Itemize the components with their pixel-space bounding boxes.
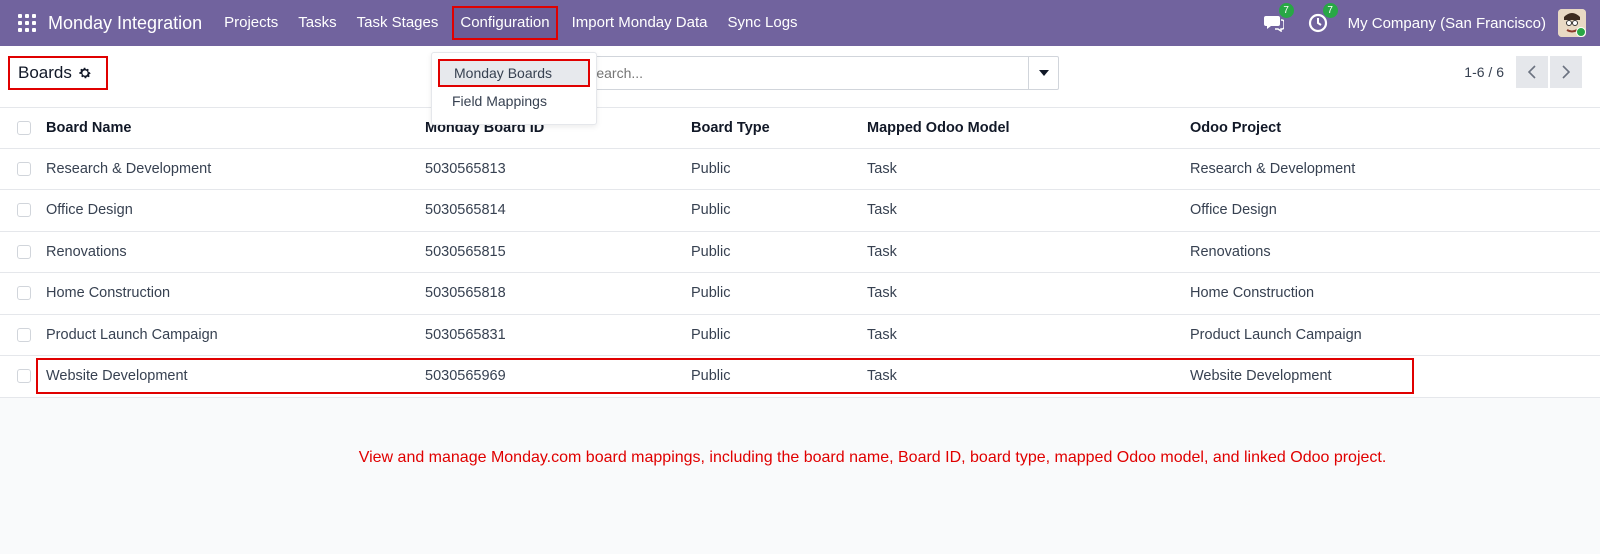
online-status-dot (1576, 27, 1586, 37)
menu-task-stages[interactable]: Task Stages (347, 0, 449, 46)
search-input[interactable] (579, 65, 1028, 81)
gear-icon[interactable] (78, 66, 92, 80)
table-body: Research & Development 5030565813 Public… (0, 148, 1600, 398)
cell-board-id: 5030565813 (425, 148, 691, 190)
select-all-checkbox[interactable] (17, 120, 31, 135)
pager-next-button[interactable] (1550, 56, 1582, 88)
row-select-cell (0, 148, 46, 190)
cell-board-name: Home Construction (46, 272, 425, 315)
activities-badge: 7 (1322, 3, 1338, 18)
cell-board-id: 5030565831 (425, 314, 691, 356)
cell-board-name: Research & Development (46, 148, 425, 190)
cell-board-id: 5030565818 (425, 272, 691, 315)
caret-down-icon (1038, 70, 1049, 76)
row-checkbox[interactable] (17, 286, 31, 301)
cell-board-type: Public (691, 148, 867, 190)
cell-odoo-project: Renovations (1190, 231, 1600, 273)
cell-odoo-project: Product Launch Campaign (1190, 314, 1600, 356)
cell-odoo-project: Office Design (1190, 189, 1600, 232)
top-navbar: Monday Integration Projects Tasks Task S… (0, 0, 1600, 46)
cell-board-id: 5030565969 (425, 355, 691, 398)
cell-board-id: 5030565814 (425, 189, 691, 232)
cell-board-name: Product Launch Campaign (46, 314, 425, 356)
messages-icon[interactable]: 7 (1262, 3, 1294, 35)
row-checkbox[interactable] (17, 244, 31, 259)
row-select-cell (0, 189, 46, 232)
annotation-caption: View and manage Monday.com board mapping… (358, 449, 1387, 466)
table-row[interactable]: Home Construction 5030565818 Public Task… (0, 272, 1600, 315)
messages-badge: 7 (1278, 3, 1294, 18)
cell-board-type: Public (691, 355, 867, 398)
dropdown-item-field-mappings[interactable]: Field Mappings (432, 87, 596, 115)
search-options-toggle[interactable] (1028, 57, 1058, 89)
cell-board-name: Website Development (46, 355, 425, 398)
main-menu: Projects Tasks Task Stages Configuration… (214, 0, 807, 46)
cell-odoo-project: Website Development (1190, 355, 1600, 398)
apps-grid-icon[interactable] (18, 14, 36, 32)
column-header-board-name[interactable]: Board Name (46, 108, 425, 149)
table-row[interactable]: Office Design 5030565814 Public Task Off… (0, 189, 1600, 232)
row-select-cell (0, 355, 46, 398)
boards-table: Board Name Monday Board ID Board Type Ma… (0, 108, 1600, 398)
company-switcher[interactable]: My Company (San Francisco) (1348, 15, 1546, 32)
menu-sync-logs[interactable]: Sync Logs (718, 0, 808, 46)
table-row[interactable]: Renovations 5030565815 Public Task Renov… (0, 231, 1600, 273)
breadcrumb: Boards (8, 56, 108, 90)
row-select-cell (0, 314, 46, 356)
row-select-cell (0, 272, 46, 315)
row-select-cell (0, 231, 46, 273)
menu-configuration[interactable]: Configuration (452, 6, 558, 40)
activities-clock-icon[interactable]: 7 (1306, 3, 1338, 35)
cell-odoo-model: Task (867, 355, 1190, 398)
row-checkbox[interactable] (17, 203, 31, 218)
cell-board-id: 5030565815 (425, 231, 691, 273)
cell-odoo-project: Research & Development (1190, 148, 1600, 190)
column-header-odoo-project[interactable]: Odoo Project (1190, 108, 1600, 149)
chevron-right-icon (1562, 65, 1570, 79)
cell-odoo-model: Task (867, 272, 1190, 315)
pager-previous-button[interactable] (1516, 56, 1548, 88)
page-title: Boards (18, 63, 72, 82)
column-header-odoo-model[interactable]: Mapped Odoo Model (867, 108, 1190, 149)
menu-import-monday-data[interactable]: Import Monday Data (562, 0, 718, 46)
navbar-systray: 7 7 My Company (San Francisco) (1254, 3, 1600, 37)
cell-board-type: Public (691, 189, 867, 232)
row-checkbox[interactable] (17, 161, 31, 176)
user-avatar[interactable] (1558, 9, 1586, 37)
cell-board-type: Public (691, 231, 867, 273)
cell-board-type: Public (691, 272, 867, 315)
search-bar (578, 56, 1059, 90)
table-row[interactable]: Product Launch Campaign 5030565831 Publi… (0, 314, 1600, 356)
table-header-row: Board Name Monday Board ID Board Type Ma… (0, 108, 1600, 149)
cell-board-type: Public (691, 314, 867, 356)
select-all-cell (0, 108, 46, 149)
chevron-left-icon (1528, 65, 1536, 79)
app-brand[interactable]: Monday Integration (48, 13, 202, 34)
cell-odoo-model: Task (867, 231, 1190, 273)
dropdown-item-monday-boards[interactable]: Monday Boards (438, 59, 590, 87)
cell-odoo-model: Task (867, 148, 1190, 190)
row-checkbox[interactable] (17, 327, 31, 342)
cell-board-name: Office Design (46, 189, 425, 232)
control-panel: Boards 1-6 / 6 (0, 46, 1600, 108)
row-checkbox[interactable] (17, 369, 31, 384)
cell-odoo-project: Home Construction (1190, 272, 1600, 315)
table-row[interactable]: Website Development 5030565969 Public Ta… (0, 355, 1600, 398)
table-row[interactable]: Research & Development 5030565813 Public… (0, 148, 1600, 190)
cell-odoo-model: Task (867, 189, 1190, 232)
configuration-dropdown: Monday Boards Field Mappings (431, 52, 597, 125)
cell-odoo-model: Task (867, 314, 1190, 356)
cell-board-name: Renovations (46, 231, 425, 273)
pager: 1-6 / 6 (1464, 56, 1582, 88)
menu-projects[interactable]: Projects (214, 0, 288, 46)
column-header-board-type[interactable]: Board Type (691, 108, 867, 149)
menu-tasks[interactable]: Tasks (288, 0, 346, 46)
pager-value[interactable]: 1-6 / 6 (1464, 64, 1504, 80)
